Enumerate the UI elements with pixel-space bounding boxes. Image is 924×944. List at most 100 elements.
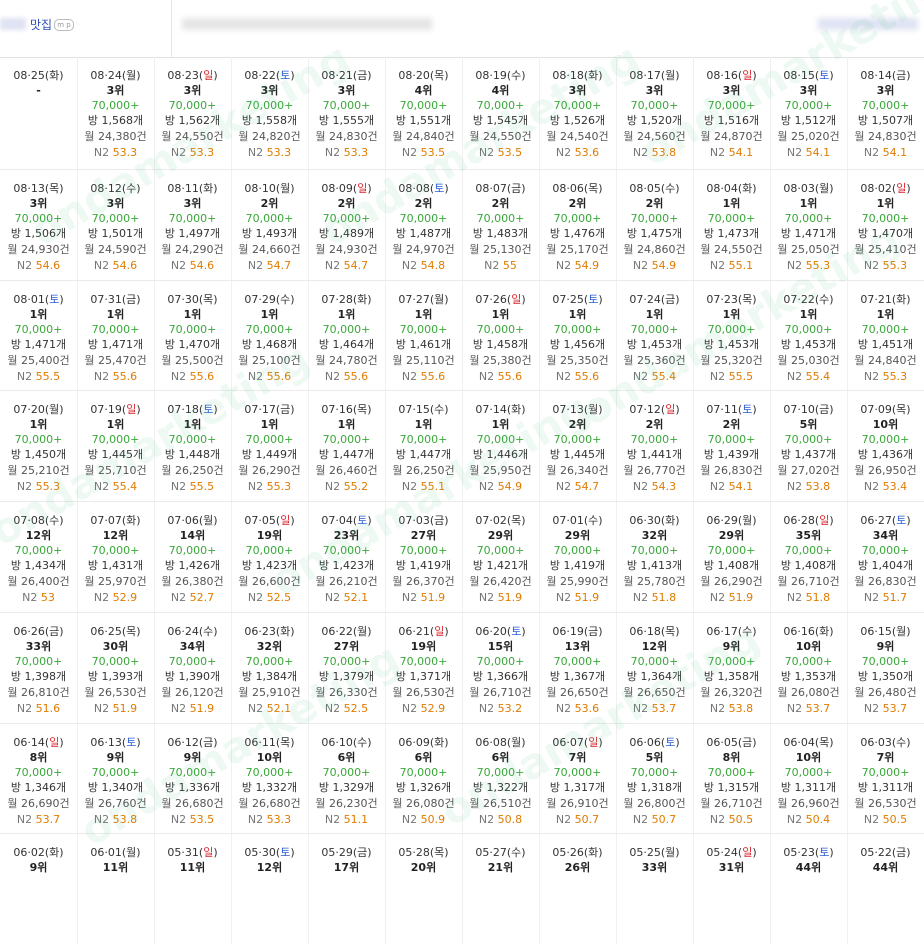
day-cell[interactable]: 08·10(월) 2위 70,000+ 방 1,493개 월 24,660건 N2 54.…	[231, 170, 309, 280]
day-cell[interactable]: 08·13(목) 3위 70,000+ 방 1,506개 월 24,930건 N2 54.…	[0, 170, 78, 280]
day-cell[interactable]: 06·29(월) 29위 70,000+ 방 1,408개 월 26,290건 N2 51…	[693, 502, 771, 612]
day-cell[interactable]: 06·17(수) 9위 70,000+ 방 1,358개 월 26,320건 N2 53.…	[693, 613, 771, 723]
day-cell[interactable]: 06·06(토) 5위 70,000+ 방 1,318개 월 26,800건 N2 50.…	[616, 724, 694, 834]
day-cell[interactable]: 07·15(수) 1위 70,000+ 방 1,447개 월 26,250건 N2 55.…	[385, 391, 463, 501]
day-cell[interactable]: 06·23(화) 32위 70,000+ 방 1,384개 월 25,910건 N2 52…	[231, 613, 309, 723]
day-cell[interactable]: 07·14(화) 1위 70,000+ 방 1,446개 월 25,950건 N2 54.…	[462, 391, 540, 501]
day-cell[interactable]: 06·07(일) 7위 70,000+ 방 1,317개 월 26,910건 N2 50.…	[539, 724, 617, 834]
day-cell[interactable]: 06·02(화) 9위	[0, 834, 78, 944]
day-cell[interactable]: 06·15(월) 9위 70,000+ 방 1,350개 월 26,480건 N2 53.…	[847, 613, 924, 723]
day-cell[interactable]: 05·29(금) 17위	[308, 834, 386, 944]
day-cell[interactable]: 06·28(일) 35위 70,000+ 방 1,408개 월 26,710건 N2 51…	[770, 502, 848, 612]
day-cell[interactable]: 08·19(수) 4위 70,000+ 방 1,545개 월 24,550건 N2 53.…	[462, 57, 540, 169]
place-title[interactable]: 맛집	[30, 16, 52, 33]
day-cell[interactable]: 05·28(목) 20위	[385, 834, 463, 944]
day-cell[interactable]: 06·25(목) 30위 70,000+ 방 1,393개 월 26,530건 N2 51…	[77, 613, 155, 723]
day-cell[interactable]: 06·30(화) 32위 70,000+ 방 1,413개 월 25,780건 N2 51…	[616, 502, 694, 612]
day-cell[interactable]: 05·25(월) 33위	[616, 834, 694, 944]
day-cell[interactable]: 07·08(수) 12위 70,000+ 방 1,434개 월 26,400건 N2 53	[0, 502, 78, 612]
day-cell[interactable]: 07·21(화) 1위 70,000+ 방 1,451개 월 24,840건 N2 55.…	[847, 281, 924, 391]
day-cell[interactable]: 07·30(목) 1위 70,000+ 방 1,470개 월 25,500건 N2 55.…	[154, 281, 232, 391]
day-cell[interactable]: 07·03(금) 27위 70,000+ 방 1,419개 월 26,370건 N2 51…	[385, 502, 463, 612]
day-cell[interactable]: 08·02(일) 1위 70,000+ 방 1,470개 월 25,410건 N2 55.…	[847, 170, 924, 280]
day-cell[interactable]: 08·09(일) 2위 70,000+ 방 1,489개 월 24,930건 N2 54.…	[308, 170, 386, 280]
day-cell[interactable]: 07·22(수) 1위 70,000+ 방 1,453개 월 25,030건 N2 55.…	[770, 281, 848, 391]
day-cell[interactable]: 07·12(일) 2위 70,000+ 방 1,441개 월 26,770건 N2 54.…	[616, 391, 694, 501]
day-cell[interactable]: 07·27(월) 1위 70,000+ 방 1,461개 월 25,110건 N2 55.…	[385, 281, 463, 391]
day-cell[interactable]: 07·11(토) 2위 70,000+ 방 1,439개 월 26,830건 N2 54.…	[693, 391, 771, 501]
day-cell[interactable]: 07·31(금) 1위 70,000+ 방 1,471개 월 25,470건 N2 55.…	[77, 281, 155, 391]
day-cell[interactable]: 07·24(금) 1위 70,000+ 방 1,453개 월 25,360건 N2 55.…	[616, 281, 694, 391]
day-cell[interactable]: 05·23(토) 44위	[770, 834, 848, 944]
day-cell[interactable]: 05·31(일) 11위	[154, 834, 232, 944]
day-cell[interactable]: 07·16(목) 1위 70,000+ 방 1,447개 월 26,460건 N2 55.…	[308, 391, 386, 501]
day-cell[interactable]: 06·09(화) 6위 70,000+ 방 1,326개 월 26,080건 N2 50.…	[385, 724, 463, 834]
day-cell[interactable]: 06·21(일) 19위 70,000+ 방 1,371개 월 26,530건 N2 52…	[385, 613, 463, 723]
day-cell[interactable]: 06·14(일) 8위 70,000+ 방 1,346개 월 26,690건 N2 53.…	[0, 724, 78, 834]
day-cell[interactable]: 06·19(금) 13위 70,000+ 방 1,367개 월 26,650건 N2 53…	[539, 613, 617, 723]
day-cell[interactable]: 06·08(월) 6위 70,000+ 방 1,322개 월 26,510건 N2 50.…	[462, 724, 540, 834]
day-cell[interactable]: 07·28(화) 1위 70,000+ 방 1,464개 월 24,780건 N2 55.…	[308, 281, 386, 391]
day-cell[interactable]: 08·17(월) 3위 70,000+ 방 1,520개 월 24,560건 N2 53.…	[616, 57, 694, 169]
day-cell[interactable]: 08·01(토) 1위 70,000+ 방 1,471개 월 25,400건 N2 55.…	[0, 281, 78, 391]
day-cell[interactable]: 05·26(화) 26위	[539, 834, 617, 944]
day-cell[interactable]: 08·16(일) 3위 70,000+ 방 1,516개 월 24,870건 N2 54.…	[693, 57, 771, 169]
day-cell[interactable]: 07·29(수) 1위 70,000+ 방 1,468개 월 25,100건 N2 55.…	[231, 281, 309, 391]
day-cell[interactable]: 08·23(일) 3위 70,000+ 방 1,562개 월 24,550건 N2 53.…	[154, 57, 232, 169]
day-cell[interactable]: 06·24(수) 34위 70,000+ 방 1,390개 월 26,120건 N2 51…	[154, 613, 232, 723]
day-cell[interactable]: 08·18(화) 3위 70,000+ 방 1,526개 월 24,540건 N2 53.…	[539, 57, 617, 169]
day-cell[interactable]: 07·18(토) 1위 70,000+ 방 1,448개 월 26,250건 N2 55.…	[154, 391, 232, 501]
day-cell[interactable]: 05·30(토) 12위	[231, 834, 309, 944]
day-cell[interactable]: 07·25(토) 1위 70,000+ 방 1,456개 월 25,350건 N2 55.…	[539, 281, 617, 391]
day-cell[interactable]: 06·26(금) 33위 70,000+ 방 1,398개 월 26,810건 N2 51…	[0, 613, 78, 723]
day-cell[interactable]: 07·23(목) 1위 70,000+ 방 1,453개 월 25,320건 N2 55.…	[693, 281, 771, 391]
day-cell[interactable]: 08·24(월) 3위 70,000+ 방 1,568개 월 24,380건 N2 53.…	[77, 57, 155, 169]
day-cell[interactable]: 06·16(화) 10위 70,000+ 방 1,353개 월 26,080건 N2 53…	[770, 613, 848, 723]
day-cell[interactable]: 06·18(목) 12위 70,000+ 방 1,364개 월 26,650건 N2 53…	[616, 613, 694, 723]
day-cell[interactable]: 07·10(금) 5위 70,000+ 방 1,437개 월 27,020건 N2 53.…	[770, 391, 848, 501]
day-cell[interactable]: 06·05(금) 8위 70,000+ 방 1,315개 월 26,710건 N2 50.…	[693, 724, 771, 834]
day-cell[interactable]: 06·27(토) 34위 70,000+ 방 1,404개 월 26,830건 N2 51…	[847, 502, 924, 612]
day-cell[interactable]: 06·20(토) 15위 70,000+ 방 1,366개 월 26,710건 N2 53…	[462, 613, 540, 723]
day-cell[interactable]: 06·03(수) 7위 70,000+ 방 1,311개 월 26,530건 N2 50.…	[847, 724, 924, 834]
day-cell[interactable]: 08·07(금) 2위 70,000+ 방 1,483개 월 25,130건 N2 55	[462, 170, 540, 280]
day-cell[interactable]: 06·22(월) 27위 70,000+ 방 1,379개 월 26,330건 N2 52…	[308, 613, 386, 723]
day-cell[interactable]: 08·05(수) 2위 70,000+ 방 1,475개 월 24,860건 N2 54.…	[616, 170, 694, 280]
day-cell[interactable]: 07·26(일) 1위 70,000+ 방 1,458개 월 25,380건 N2 55.…	[462, 281, 540, 391]
day-cell[interactable]: 06·11(목) 10위 70,000+ 방 1,332개 월 26,680건 N2 53…	[231, 724, 309, 834]
blurred-link[interactable]	[818, 18, 918, 30]
day-cell[interactable]: 07·13(월) 2위 70,000+ 방 1,445개 월 26,340건 N2 54.…	[539, 391, 617, 501]
day-cell[interactable]: 08·08(토) 2위 70,000+ 방 1,487개 월 24,970건 N2 54.…	[385, 170, 463, 280]
day-cell[interactable]: 06·13(토) 9위 70,000+ 방 1,340개 월 26,760건 N2 53.…	[77, 724, 155, 834]
day-cell[interactable]: 05·24(일) 31위	[693, 834, 771, 944]
day-cell[interactable]: 07·06(월) 14위 70,000+ 방 1,426개 월 26,380건 N2 52…	[154, 502, 232, 612]
day-cell[interactable]: 08·11(화) 3위 70,000+ 방 1,497개 월 24,290건 N2 54.…	[154, 170, 232, 280]
day-cell[interactable]: 08·12(수) 3위 70,000+ 방 1,501개 월 24,590건 N2 54.…	[77, 170, 155, 280]
day-cell[interactable]: 08·04(화) 1위 70,000+ 방 1,473개 월 24,550건 N2 55.…	[693, 170, 771, 280]
day-cell[interactable]: 08·21(금) 3위 70,000+ 방 1,555개 월 24,830건 N2 53.…	[308, 57, 386, 169]
day-cell[interactable]: 08·20(목) 4위 70,000+ 방 1,551개 월 24,840건 N2 53.…	[385, 57, 463, 169]
day-cell[interactable]: 07·07(화) 12위 70,000+ 방 1,431개 월 25,970건 N2 52…	[77, 502, 155, 612]
day-cell[interactable]: 07·04(토) 23위 70,000+ 방 1,423개 월 26,210건 N2 52…	[308, 502, 386, 612]
day-cell[interactable]: 07·19(일) 1위 70,000+ 방 1,445개 월 25,710건 N2 55.…	[77, 391, 155, 501]
day-cell[interactable]: 07·02(목) 29위 70,000+ 방 1,421개 월 26,420건 N2 51…	[462, 502, 540, 612]
day-cell[interactable]: 05·22(금) 44위	[847, 834, 924, 944]
day-cell[interactable]: 07·17(금) 1위 70,000+ 방 1,449개 월 26,290건 N2 55.…	[231, 391, 309, 501]
day-cell[interactable]: 07·09(목) 10위 70,000+ 방 1,436개 월 26,950건 N2 53…	[847, 391, 924, 501]
day-cell[interactable]: 06·10(수) 6위 70,000+ 방 1,329개 월 26,230건 N2 51.…	[308, 724, 386, 834]
day-cell[interactable]: 08·22(토) 3위 70,000+ 방 1,558개 월 24,820건 N2 53.…	[231, 57, 309, 169]
day-cell[interactable]: 08·03(월) 1위 70,000+ 방 1,471개 월 25,050건 N2 55.…	[770, 170, 848, 280]
day-cell[interactable]: 07·05(일) 19위 70,000+ 방 1,423개 월 26,600건 N2 52…	[231, 502, 309, 612]
day-cell[interactable]: 06·04(목) 10위 70,000+ 방 1,311개 월 26,960건 N2 50…	[770, 724, 848, 834]
day-cell[interactable]: 08·25(화) -	[0, 57, 78, 169]
day-cell[interactable]: 07·01(수) 29위 70,000+ 방 1,419개 월 25,990건 N2 51…	[539, 502, 617, 612]
day-cell[interactable]: 07·20(월) 1위 70,000+ 방 1,450개 월 25,210건 N2 55.…	[0, 391, 78, 501]
day-cell[interactable]: 06·01(월) 11위	[77, 834, 155, 944]
n2-score: N2 50.5	[847, 812, 924, 828]
room-count: 방 1,419개	[549, 559, 606, 572]
day-cell[interactable]: 08·14(금) 3위 70,000+ 방 1,507개 월 24,830건 N2 54.…	[847, 57, 924, 169]
day-cell[interactable]: 08·06(목) 2위 70,000+ 방 1,476개 월 25,170건 N2 54.…	[539, 170, 617, 280]
day-cell[interactable]: 06·12(금) 9위 70,000+ 방 1,336개 월 26,680건 N2 53.…	[154, 724, 232, 834]
day-cell[interactable]: 05·27(수) 21위	[462, 834, 540, 944]
day-cell[interactable]: 08·15(토) 3위 70,000+ 방 1,512개 월 25,020건 N2 54.…	[770, 57, 848, 169]
